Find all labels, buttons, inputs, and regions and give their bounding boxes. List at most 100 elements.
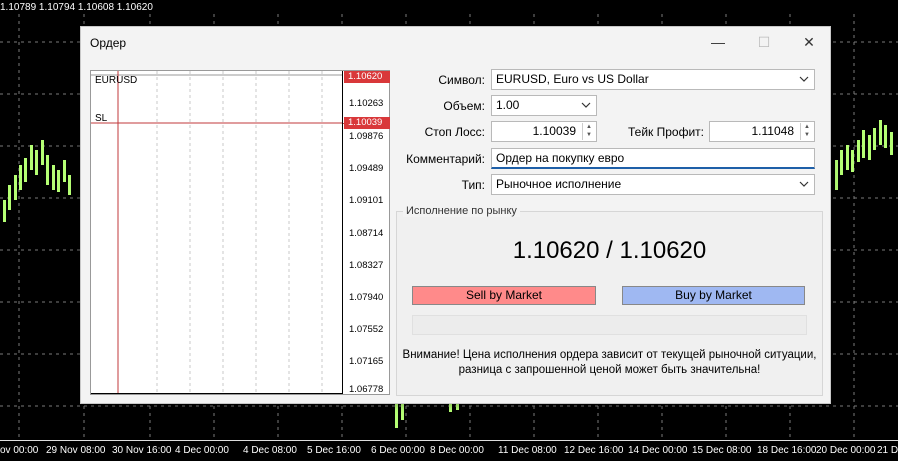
price-label: 1.10263	[349, 98, 384, 109]
candle	[890, 132, 893, 155]
price-label: 1.08714	[349, 228, 384, 239]
execution-progress-bar	[412, 315, 807, 335]
mini-chart-sl-label: SL	[95, 113, 108, 124]
time-label: ov 00:00	[0, 445, 39, 456]
type-select[interactable]: Рыночное исполнение	[491, 174, 815, 195]
candle	[46, 155, 49, 185]
time-axis: ov 00:00 29 Nov 08:00 30 Nov 16:00 4 Dec…	[0, 440, 898, 461]
order-dialog: Ордер — ☐ ✕ EURUSD SL 1.10620 1.10039 1.…	[80, 26, 831, 404]
quote-bar: 1.10789 1.10794 1.10608 1.10620	[0, 2, 153, 13]
title-bar[interactable]: Ордер — ☐ ✕	[81, 27, 830, 57]
candle	[35, 150, 38, 175]
comment-label: Комментарий:	[406, 152, 485, 166]
time-label: 14 Dec 00:00	[628, 445, 688, 456]
symbol-label: Символ:	[438, 73, 485, 87]
price-label: 1.07940	[349, 292, 384, 303]
spin-down-icon[interactable]: ▼	[583, 131, 595, 139]
dialog-title: Ордер	[90, 36, 127, 50]
candle	[873, 128, 876, 150]
candle	[8, 185, 11, 210]
take-profit-input[interactable]: 1.11048 ▲ ▼	[709, 121, 815, 142]
mini-price-chart: EURUSD SL 1.10620 1.10039 1.10263 1.0987…	[90, 70, 390, 395]
candle	[879, 120, 882, 145]
group-title: Исполнение по рынку	[403, 205, 520, 217]
mini-chart-symbol: EURUSD	[95, 75, 138, 86]
time-label: 4 Dec 00:00	[175, 445, 229, 456]
sell-by-market-button[interactable]: Sell by Market	[412, 286, 596, 305]
stop-loss-input[interactable]: 1.10039 ▲ ▼	[491, 121, 597, 142]
time-label: 15 Dec 08:00	[692, 445, 752, 456]
price-label: 1.08327	[349, 260, 384, 271]
take-profit-spinner[interactable]: ▲ ▼	[800, 123, 813, 140]
time-label: 18 Dec 16:00	[757, 445, 817, 456]
mini-chart-plot	[91, 71, 343, 394]
maximize-button[interactable]: ☐	[752, 32, 776, 52]
buy-by-market-button[interactable]: Buy by Market	[622, 286, 805, 305]
candle	[68, 175, 71, 195]
chevron-down-icon	[581, 102, 591, 108]
candle	[884, 125, 887, 148]
price-label: 1.07165	[349, 356, 384, 367]
quote-display: 1.10620 / 1.10620	[396, 237, 823, 265]
warning-line: разница с запрошенной ценой может быть з…	[458, 364, 761, 376]
price-label: 1.07552	[349, 324, 384, 335]
stop-loss-spinner[interactable]: ▲ ▼	[582, 123, 595, 140]
execution-warning: Внимание! Цена исполнения ордера зависит…	[396, 348, 823, 378]
price-label: 1.09876	[349, 131, 384, 142]
symbol-select[interactable]: EURUSD, Euro vs US Dollar	[491, 69, 815, 90]
close-button[interactable]: ✕	[797, 32, 821, 52]
comment-value: Ордер на покупку евро	[496, 151, 625, 165]
candle	[868, 135, 871, 160]
type-value: Рыночное исполнение	[496, 177, 622, 191]
comment-input[interactable]: Ордер на покупку евро	[491, 148, 815, 169]
volume-select[interactable]: 1.00	[491, 95, 597, 116]
stop-loss-label: Стоп Лосс:	[424, 125, 485, 139]
candle	[19, 165, 22, 190]
spin-up-icon[interactable]: ▲	[801, 123, 813, 131]
time-label: 4 Dec 08:00	[243, 445, 297, 456]
candle	[851, 150, 854, 172]
candle	[41, 140, 44, 165]
type-label: Тип:	[461, 178, 485, 192]
volume-value: 1.00	[496, 98, 520, 112]
candle	[57, 170, 60, 192]
current-price-flag: 1.10620	[344, 71, 390, 83]
candle	[862, 130, 865, 158]
candle	[395, 404, 398, 428]
candle	[14, 175, 17, 200]
time-label: 29 Nov 08:00	[46, 445, 106, 456]
time-label: 6 Dec 00:00	[371, 445, 425, 456]
sl-price-flag: 1.10039	[344, 117, 390, 129]
warning-line: Внимание! Цена исполнения ордера зависит…	[402, 349, 817, 361]
time-label: 20 Dec 00:00	[816, 445, 876, 456]
minimize-button[interactable]: —	[706, 32, 730, 52]
candle	[449, 404, 452, 412]
symbol-value: EURUSD, Euro vs US Dollar	[496, 72, 649, 86]
candle	[857, 140, 860, 162]
spin-down-icon[interactable]: ▼	[801, 131, 813, 139]
time-label: 5 Dec 16:00	[307, 445, 361, 456]
stop-loss-value: 1.10039	[532, 124, 576, 138]
time-label: 30 Nov 16:00	[112, 445, 172, 456]
ask-price: 1.10620	[619, 237, 707, 264]
candle	[52, 165, 55, 190]
time-label: 11 Dec 08:00	[498, 445, 557, 456]
volume-label: Объем:	[443, 99, 485, 113]
candle	[63, 160, 66, 182]
price-label: 1.09489	[349, 163, 384, 174]
chevron-down-icon	[799, 76, 809, 82]
quote-separator: /	[599, 237, 620, 264]
spin-up-icon[interactable]: ▲	[583, 123, 595, 131]
candle	[3, 200, 6, 222]
time-label: 12 Dec 16:00	[564, 445, 624, 456]
candle	[840, 150, 843, 175]
chevron-down-icon	[799, 181, 809, 187]
candle	[30, 145, 33, 170]
time-label: 8 Dec 00:00	[430, 445, 484, 456]
price-label: 1.06778	[349, 384, 384, 395]
take-profit-value: 1.11048	[751, 124, 795, 138]
bid-price: 1.10620	[512, 237, 600, 264]
candle	[24, 158, 27, 182]
candle	[846, 145, 849, 170]
candle	[835, 160, 838, 190]
